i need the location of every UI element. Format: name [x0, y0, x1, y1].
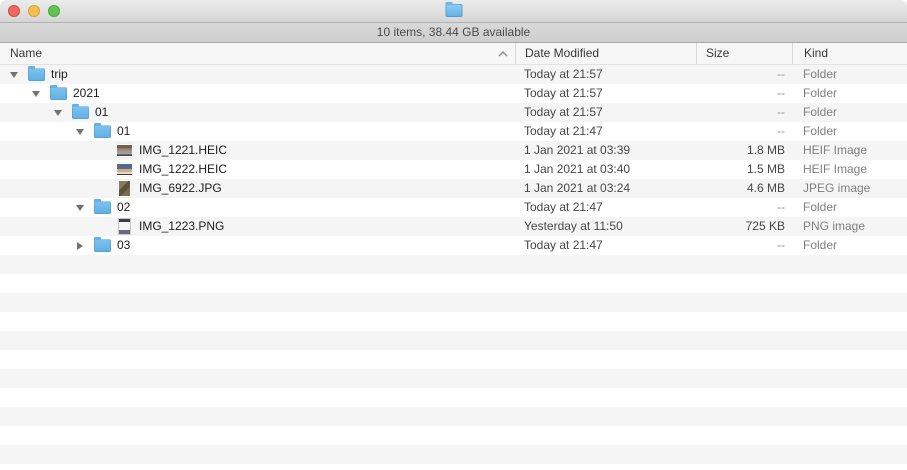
column-header-size[interactable]: Size — [696, 43, 792, 64]
titlebar[interactable] — [0, 0, 907, 22]
name-cell: IMG_1222.HEIC — [0, 160, 515, 179]
minimize-button[interactable] — [28, 5, 40, 17]
date-modified-cell: Today at 21:47 — [515, 236, 696, 255]
disclosure-triangle-icon[interactable] — [74, 205, 86, 211]
kind-cell: Folder — [792, 84, 907, 103]
table-row[interactable]: 02 Today at 21:47--Folder — [0, 198, 907, 217]
size-cell: -- — [696, 65, 792, 84]
close-button[interactable] — [8, 5, 20, 17]
kind-cell: JPEG image — [792, 179, 907, 198]
zoom-button[interactable] — [48, 5, 60, 17]
folder-icon — [94, 239, 111, 252]
kind-cell: Folder — [792, 236, 907, 255]
size-cell: -- — [696, 122, 792, 141]
disclosure-triangle-icon[interactable] — [74, 242, 86, 250]
kind-cell: HEIF Image — [792, 160, 907, 179]
table-row[interactable]: trip Today at 21:57--Folder — [0, 65, 907, 84]
folder-proxy-icon[interactable] — [445, 4, 462, 17]
table-row[interactable]: 01 Today at 21:47--Folder — [0, 122, 907, 141]
photo-thumbnail-landscape-1-icon — [116, 145, 133, 156]
column-header-name[interactable]: Name — [0, 43, 515, 64]
item-name: 02 — [117, 198, 130, 217]
name-cell: 03 — [0, 236, 515, 255]
date-modified-cell: Today at 21:47 — [515, 198, 696, 217]
size-cell: 4.6 MB — [696, 179, 792, 198]
table-row[interactable]: 03 Today at 21:47--Folder — [0, 236, 907, 255]
kind-cell: HEIF Image — [792, 141, 907, 160]
item-name: 01 — [117, 122, 130, 141]
column-header-name-label: Name — [10, 43, 42, 64]
name-cell: 01 — [0, 122, 515, 141]
date-modified-cell: 1 Jan 2021 at 03:40 — [515, 160, 696, 179]
size-cell: -- — [696, 84, 792, 103]
date-modified-cell: Today at 21:47 — [515, 122, 696, 141]
size-cell: 1.8 MB — [696, 141, 792, 160]
date-modified-cell: Today at 21:57 — [515, 65, 696, 84]
status-text: 10 items, 38.44 GB available — [377, 25, 530, 39]
name-cell: 02 — [0, 198, 515, 217]
kind-cell: Folder — [792, 103, 907, 122]
name-cell: IMG_6922.JPG — [0, 179, 515, 198]
size-cell: -- — [696, 103, 792, 122]
folder-icon — [72, 106, 89, 119]
table-row[interactable]: 01 Today at 21:57--Folder — [0, 103, 907, 122]
name-cell: 2021 — [0, 84, 515, 103]
kind-cell: PNG image — [792, 217, 907, 236]
date-modified-cell: Yesterday at 11:50 — [515, 217, 696, 236]
name-cell: trip — [0, 65, 515, 84]
table-row[interactable]: IMG_1223.PNG Yesterday at 11:50725 KBPNG … — [0, 217, 907, 236]
item-name: IMG_6922.JPG — [139, 179, 222, 198]
table-row[interactable]: IMG_1221.HEIC 1 Jan 2021 at 03:391.8 MBHE… — [0, 141, 907, 160]
name-cell: IMG_1221.HEIC — [0, 141, 515, 160]
folder-icon — [28, 68, 45, 81]
name-cell: 01 — [0, 103, 515, 122]
disclosure-triangle-icon[interactable] — [74, 129, 86, 135]
date-modified-cell: Today at 21:57 — [515, 84, 696, 103]
item-name: 03 — [117, 236, 130, 255]
disclosure-triangle-icon[interactable] — [52, 110, 64, 116]
disclosure-triangle-icon[interactable] — [8, 72, 20, 78]
date-modified-cell: 1 Jan 2021 at 03:39 — [515, 141, 696, 160]
date-modified-cell: 1 Jan 2021 at 03:24 — [515, 179, 696, 198]
item-name: 2021 — [73, 84, 100, 103]
size-cell: 725 KB — [696, 217, 792, 236]
item-name: IMG_1223.PNG — [139, 217, 224, 236]
sort-ascending-icon — [498, 51, 508, 57]
table-row[interactable]: IMG_1222.HEIC 1 Jan 2021 at 03:401.5 MBHE… — [0, 160, 907, 179]
kind-cell: Folder — [792, 122, 907, 141]
column-header-row: Name Date Modified Size Kind — [0, 43, 907, 65]
column-header-date-modified[interactable]: Date Modified — [515, 43, 696, 64]
kind-cell: Folder — [792, 198, 907, 217]
size-cell: 1.5 MB — [696, 160, 792, 179]
disclosure-triangle-icon[interactable] — [30, 91, 42, 97]
column-header-kind[interactable]: Kind — [792, 43, 907, 64]
folder-icon — [94, 125, 111, 138]
kind-cell: Folder — [792, 65, 907, 84]
item-name: IMG_1222.HEIC — [139, 160, 227, 179]
size-cell: -- — [696, 236, 792, 255]
folder-icon — [50, 87, 67, 100]
size-cell: -- — [696, 198, 792, 217]
name-cell: IMG_1223.PNG — [0, 217, 515, 236]
file-list[interactable]: tripToday at 21:57--Folder2021Today at 2… — [0, 65, 907, 470]
item-name: trip — [51, 65, 68, 84]
date-modified-cell: Today at 21:57 — [515, 103, 696, 122]
finder-window: 10 items, 38.44 GB available Name Date M… — [0, 0, 907, 470]
item-name: IMG_1221.HEIC — [139, 141, 227, 160]
photo-thumbnail-portrait-dark-icon — [116, 181, 133, 196]
photo-thumbnail-landscape-2-icon — [116, 164, 133, 175]
folder-icon — [94, 201, 111, 214]
item-name: 01 — [95, 103, 108, 122]
photo-thumbnail-portrait-screenshot-icon — [116, 219, 133, 234]
traffic-lights — [8, 5, 60, 17]
table-row[interactable]: IMG_6922.JPG 1 Jan 2021 at 03:244.6 MBJPE… — [0, 179, 907, 198]
table-row[interactable]: 2021 Today at 21:57--Folder — [0, 84, 907, 103]
status-bar: 10 items, 38.44 GB available — [0, 22, 907, 43]
